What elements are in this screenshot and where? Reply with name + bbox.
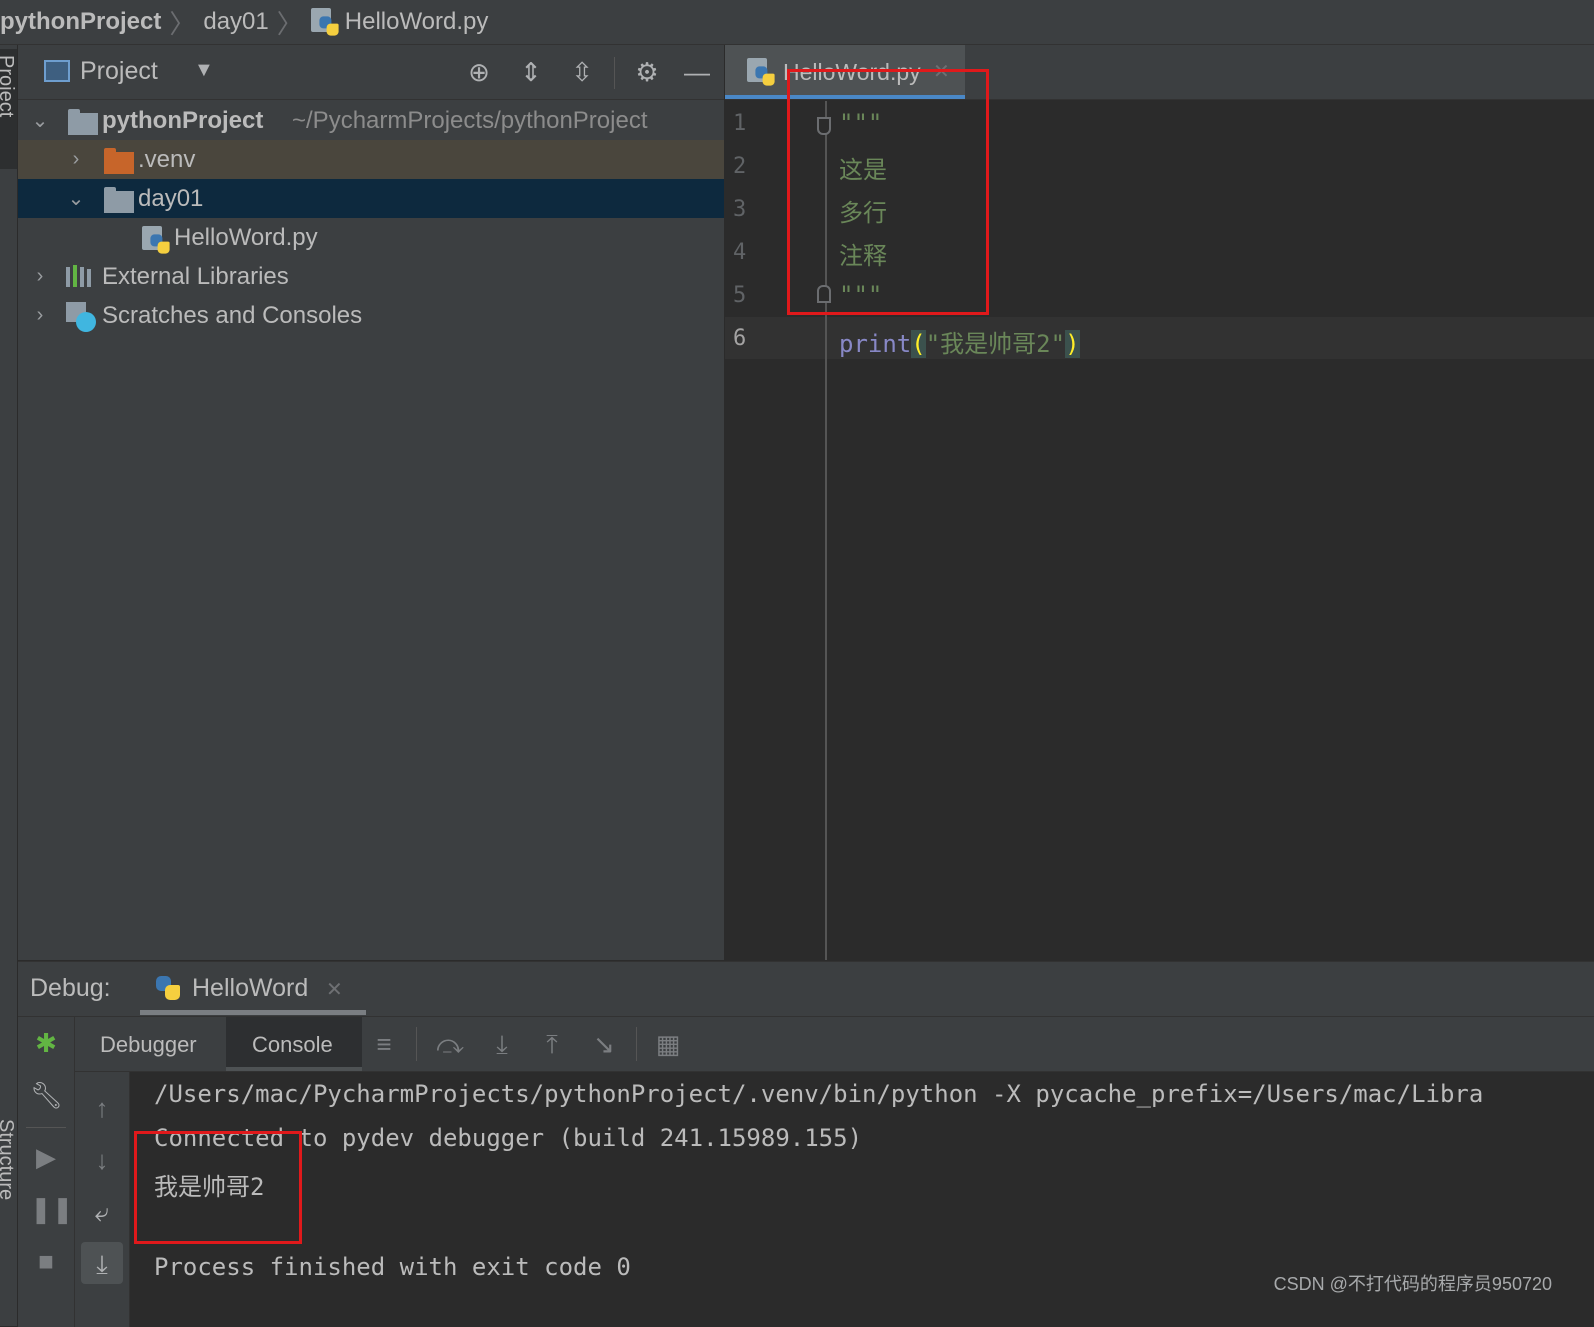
close-icon[interactable]: ✕ [326, 977, 343, 1002]
step-out-icon[interactable]: ⤒ [536, 1028, 568, 1060]
chevron-right-icon[interactable]: › [30, 266, 50, 286]
breadcrumb-folder[interactable]: day01 [203, 0, 268, 44]
console-side-toolbar: ↑ ↓ ⤶ ⤓ [75, 1072, 130, 1327]
tree-item-scratches[interactable]: › Scratches and Consoles [18, 296, 724, 335]
step-into-icon[interactable]: ⤓ [486, 1028, 518, 1060]
tree-item-label: Scratches and Consoles [102, 301, 363, 329]
chevron-right-icon: 〉 [276, 8, 303, 39]
console-line-command: /Users/mac/PycharmProjects/pythonProject… [154, 1080, 1484, 1108]
project-stripe-button[interactable]: Project [0, 49, 17, 169]
toolbar-divider [636, 1027, 637, 1061]
chevron-right-icon: 〉 [169, 8, 196, 39]
tab-debugger[interactable]: Debugger [100, 1032, 197, 1058]
structure-stripe-button[interactable]: Structure [0, 1115, 17, 1255]
folder-icon [104, 187, 134, 213]
chevron-right-icon[interactable]: › [30, 305, 50, 325]
tree-item-label: External Libraries [102, 262, 289, 290]
tree-item-helloword[interactable]: HelloWord.py [18, 218, 724, 257]
debug-session-label: HelloWord [192, 974, 309, 1002]
line-number: 3 [733, 197, 747, 222]
python-icon [156, 976, 180, 1000]
annotation-red-box [787, 69, 989, 315]
console-tab-indicator [226, 1067, 362, 1071]
bug-icon[interactable]: ✱ [30, 1027, 62, 1059]
folder-icon [104, 148, 134, 174]
debug-session-tab[interactable]: HelloWord ✕ [140, 962, 366, 1016]
chevron-down-icon[interactable]: ⌄ [66, 189, 86, 209]
breadcrumb: pythonProject 〉 day01 〉 HelloWord.py [0, 0, 1594, 45]
toolbar-divider [26, 1127, 66, 1128]
console-line-exit: Process finished with exit code 0 [154, 1253, 631, 1281]
annotation-red-box [134, 1131, 302, 1244]
tab-console-label: Console [252, 1032, 333, 1057]
project-panel-header: Project ▼ ⊕ ⇕ ⇳ ⚙ — [18, 45, 724, 100]
step-over-icon[interactable]: ⤼ [434, 1028, 466, 1060]
gear-icon[interactable]: ⚙ [632, 57, 662, 87]
library-icon [66, 265, 96, 289]
locate-icon[interactable]: ⊕ [464, 57, 494, 87]
resume-icon[interactable]: ▶ [30, 1141, 62, 1173]
session-tab-indicator [140, 1010, 366, 1015]
toolbar-divider [416, 1027, 417, 1061]
tree-item-external-libraries[interactable]: › External Libraries [18, 257, 724, 296]
builtin-print: print [839, 330, 912, 358]
debug-side-toolbar: ✱ 🔧︎ ▶ ❚❚ ■ [18, 1017, 75, 1327]
project-panel: Project ▼ ⊕ ⇕ ⇳ ⚙ — ⌄ pythonProject ~/Py… [18, 45, 724, 960]
line-number: 6 [733, 326, 747, 351]
arrow-up-icon[interactable]: ↑ [86, 1092, 118, 1124]
python-file-icon [747, 58, 775, 86]
folder-icon [68, 109, 98, 135]
project-view-title[interactable]: Project [80, 57, 158, 86]
project-view-icon [44, 60, 70, 82]
tree-item-venv[interactable]: › .venv [18, 140, 724, 179]
line-number: 2 [733, 154, 747, 179]
scroll-to-end-icon[interactable]: ⤓ [86, 1248, 118, 1280]
hide-icon[interactable]: — [682, 57, 712, 87]
tree-item-label: .venv [138, 145, 196, 173]
tree-root-path: ~/PycharmProjects/pythonProject [292, 106, 648, 134]
structure-stripe-label: Structure [0, 1119, 17, 1201]
wrench-icon[interactable]: 🔧︎ [30, 1079, 63, 1111]
python-file-icon [310, 8, 339, 36]
breadcrumb-file[interactable]: HelloWord.py [345, 0, 489, 44]
project-stripe-label: Project [0, 55, 17, 118]
line-number: 1 [733, 111, 747, 136]
arrow-down-icon[interactable]: ↓ [86, 1144, 118, 1176]
line-number: 5 [733, 283, 747, 308]
debug-subtab-bar: Debugger Console ≡ ⤼ ⤓ ⤒ ↘ ▦ [18, 1017, 1594, 1072]
tree-item-label: HelloWord.py [174, 223, 318, 251]
run-to-cursor-icon[interactable]: ↘ [588, 1028, 620, 1060]
line-number: 4 [733, 240, 747, 265]
tree-item-project-root[interactable]: ⌄ pythonProject ~/PycharmProjects/python… [18, 101, 724, 140]
chevron-down-icon[interactable]: ▼ [194, 59, 214, 82]
tree-item-label: day01 [138, 184, 204, 212]
breadcrumb-project[interactable]: pythonProject [0, 0, 161, 44]
scratches-icon [66, 302, 98, 332]
chevron-right-icon[interactable]: › [66, 149, 86, 169]
menu-icon[interactable]: ≡ [368, 1028, 400, 1060]
chevron-down-icon[interactable]: ⌄ [30, 111, 50, 131]
bracket-close: ) [1065, 330, 1080, 358]
toolbar-divider [614, 57, 615, 89]
tab-console[interactable]: Console [226, 1017, 362, 1071]
collapse-all-icon[interactable]: ⇳ [567, 57, 597, 87]
soft-wrap-icon[interactable]: ⤶ [86, 1196, 118, 1228]
stop-icon[interactable]: ■ [30, 1245, 62, 1277]
evaluate-table-icon[interactable]: ▦ [652, 1028, 684, 1060]
bracket-open: ( [911, 330, 926, 358]
debug-header: Debug: HelloWord ✕ [18, 962, 1594, 1017]
editor: HelloWord.py ✕ 1 2 3 4 5 6 """ 这是 多行 注释 … [725, 45, 1594, 960]
python-file-icon [142, 226, 170, 254]
expand-all-icon[interactable]: ⇕ [516, 57, 546, 87]
debug-label: Debug: [30, 974, 111, 1002]
pause-icon[interactable]: ❚❚ [30, 1193, 74, 1225]
string-literal: "我是帅哥2" [925, 330, 1066, 358]
left-tool-stripe: Project Structure [0, 45, 18, 1326]
tree-root-name: pythonProject [102, 106, 264, 134]
watermark-text: CSDN @不打代码的程序员950720 [1273, 1274, 1552, 1294]
code-line-6[interactable]: print("我是帅哥2") [839, 324, 1080, 359]
tree-item-day01[interactable]: ⌄ day01 [18, 179, 724, 218]
